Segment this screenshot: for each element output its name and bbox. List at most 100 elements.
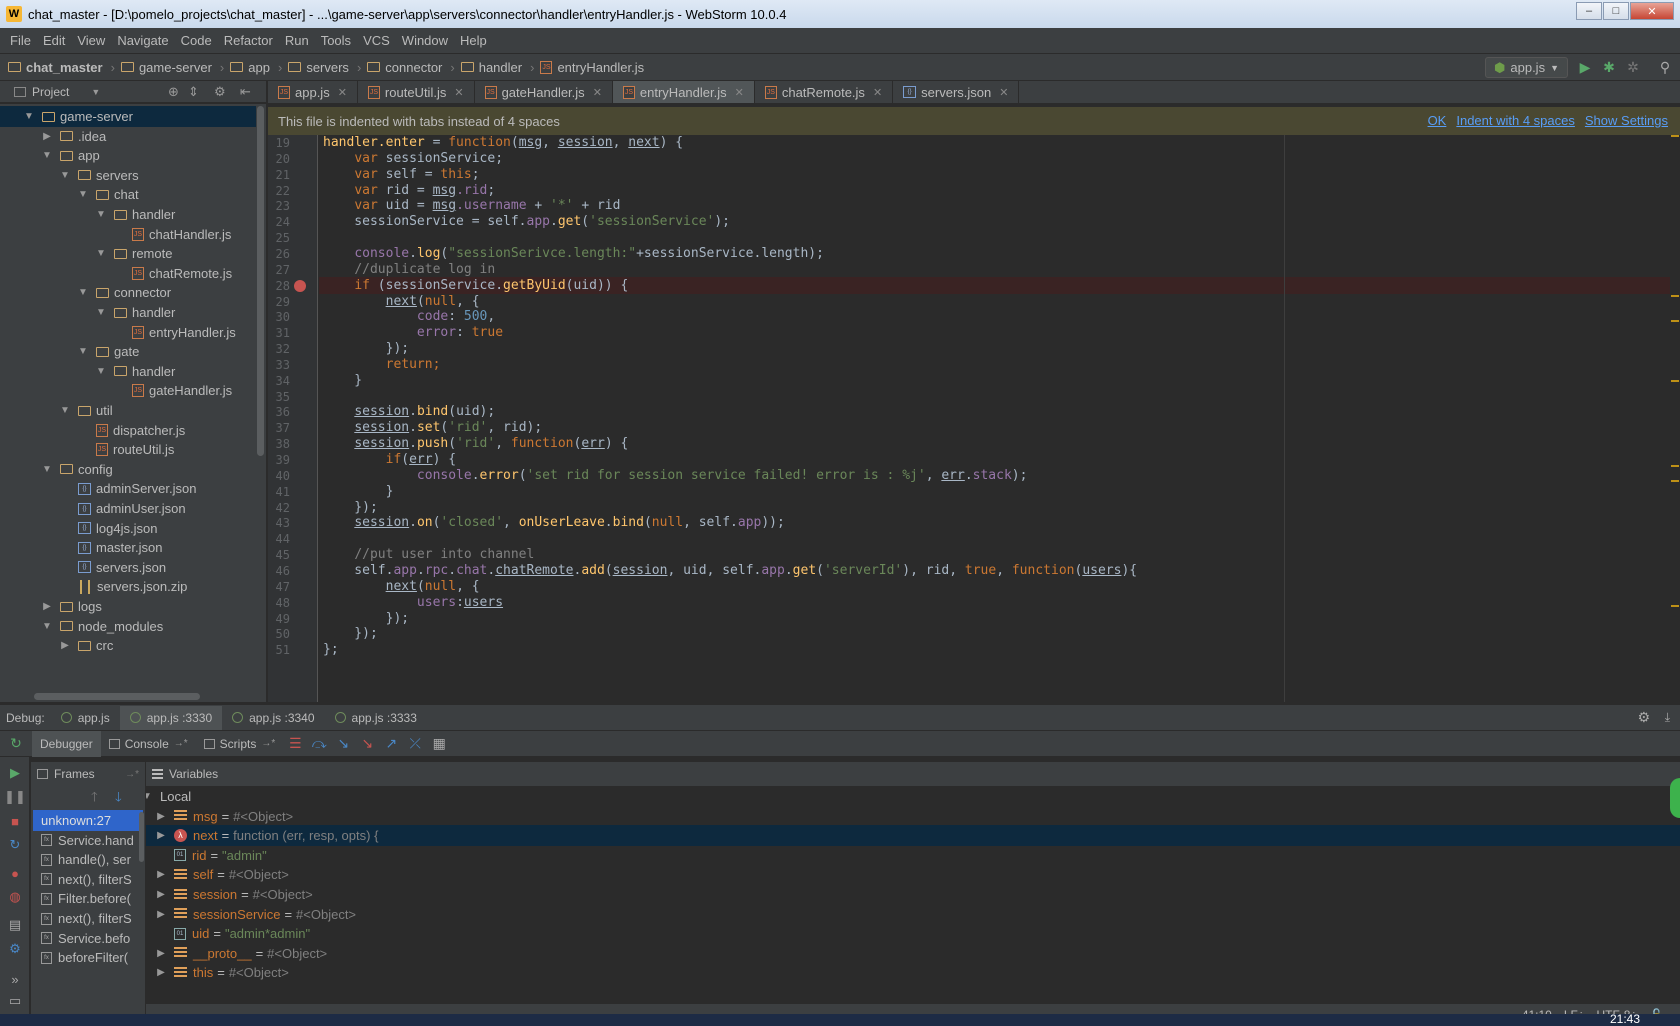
expanded-arrow-icon[interactable]: ▼ xyxy=(40,464,54,475)
menu-tools[interactable]: Tools xyxy=(315,33,357,48)
run-config-select[interactable]: ⬢ app.js ▼ xyxy=(1485,57,1568,78)
tree-item-connector[interactable]: ▼ connector xyxy=(0,282,256,303)
tree-item-idea[interactable]: ▶ .idea xyxy=(0,126,256,147)
warning-marker[interactable] xyxy=(1671,480,1679,482)
close-icon[interactable]: ✕ xyxy=(593,86,602,99)
tree-item-handler[interactable]: ▼ handler xyxy=(0,302,256,323)
evaluate-expression-icon[interactable]: ▦ xyxy=(428,734,450,754)
maximize-button[interactable]: □ xyxy=(1603,2,1629,20)
indent-with-spaces-link[interactable]: Indent with 4 spaces xyxy=(1456,113,1575,128)
variable-row[interactable]: ▶ session = #<Object> xyxy=(146,884,1680,905)
expanded-arrow-icon[interactable]: ▼ xyxy=(94,248,108,259)
pin-icon[interactable]: →* xyxy=(125,769,139,780)
variable-row[interactable]: ▶ __proto__ = #<Object> xyxy=(146,943,1680,964)
menu-run[interactable]: Run xyxy=(279,33,315,48)
hide-panel-icon[interactable]: ⤓ xyxy=(1665,710,1670,725)
warning-marker[interactable] xyxy=(1671,465,1679,467)
tree-item-logs[interactable]: ▶ logs xyxy=(0,596,256,617)
tree-item-routeutil-js[interactable]: JS routeUtil.js xyxy=(0,439,256,460)
ok-link[interactable]: OK xyxy=(1428,113,1447,128)
project-view-label[interactable]: Project xyxy=(32,85,69,99)
tree-item-gatehandler-js[interactable]: JS gateHandler.js xyxy=(0,380,256,401)
expanded-arrow-icon[interactable]: ▼ xyxy=(94,366,108,377)
tree-item-remote[interactable]: ▼ remote xyxy=(0,243,256,264)
tree-item-adminserver-json[interactable]: {} adminServer.json xyxy=(0,478,256,499)
collapsed-arrow-icon[interactable]: ▶ xyxy=(154,830,168,841)
frame-item[interactable]: unknown:27 xyxy=(33,810,143,831)
pause-icon[interactable]: ❚❚ xyxy=(4,789,26,805)
step-over-icon[interactable]: ⤼ xyxy=(308,734,330,754)
tree-item-chathandler-js[interactable]: JS chatHandler.js xyxy=(0,224,256,245)
tab-gatehandler-js[interactable]: JS gateHandler.js ✕ xyxy=(475,81,613,103)
close-icon[interactable]: ✕ xyxy=(735,86,744,99)
code-editor[interactable]: handler.enter = function(msg, session, n… xyxy=(319,135,1670,702)
menu-vcs[interactable]: VCS xyxy=(357,33,396,48)
frame-item[interactable]: fx Service.hand xyxy=(33,830,143,851)
expanded-arrow-icon[interactable]: ▼ xyxy=(94,307,108,318)
breadcrumb-connector[interactable]: connector xyxy=(367,60,442,75)
collapsed-arrow-icon[interactable]: ▶ xyxy=(154,811,168,822)
rerun-icon[interactable]: ↻ xyxy=(1,734,31,754)
step-out-icon[interactable]: ↗ xyxy=(380,734,402,754)
frames-scrollbar[interactable] xyxy=(139,812,144,862)
step-into-icon[interactable]: ↘ xyxy=(332,734,354,754)
expanded-arrow-icon[interactable]: ▼ xyxy=(146,791,154,802)
layout-icon[interactable]: ▤ xyxy=(7,917,23,933)
menu-refactor[interactable]: Refactor xyxy=(218,33,279,48)
tab-chatremote-js[interactable]: JS chatRemote.js ✕ xyxy=(755,81,894,103)
tree-item-gate[interactable]: ▼ gate xyxy=(0,341,256,362)
tree-item-game-server[interactable]: ▼ game-server xyxy=(0,106,256,127)
warning-marker[interactable] xyxy=(1671,380,1679,382)
tree-item-util[interactable]: ▼ util xyxy=(0,400,256,421)
breadcrumb-handler[interactable]: handler xyxy=(460,60,522,75)
debug-session-tab[interactable]: app.js xyxy=(51,706,120,730)
close-button[interactable]: ✕ xyxy=(1630,2,1674,20)
tab-scripts[interactable]: Scripts →* xyxy=(196,731,284,757)
warning-marker[interactable] xyxy=(1671,605,1679,607)
variables-group[interactable]: ▼ Local xyxy=(146,786,1680,807)
tab-debugger[interactable]: Debugger xyxy=(32,730,101,757)
collapsed-arrow-icon[interactable]: ▶ xyxy=(154,967,168,978)
editor-gutter[interactable]: 19 20 21 22 23 24 25 26 27 28 29 30 31 32 33 34 35 36 37 38… xyxy=(268,135,318,702)
gear-icon[interactable]: ⚙ xyxy=(1637,709,1650,726)
menu-code[interactable]: Code xyxy=(175,33,218,48)
tree-item-chat[interactable]: ▼ chat xyxy=(0,184,256,205)
tree-item-app[interactable]: ▼ app xyxy=(0,145,256,166)
scroll-from-source-icon[interactable]: ⊕ xyxy=(168,84,179,100)
breadcrumb-game-server[interactable]: game-server xyxy=(120,60,212,75)
chevron-down-icon[interactable]: ▼ xyxy=(91,87,100,97)
collapsed-arrow-icon[interactable]: ▶ xyxy=(40,601,54,612)
resume-icon[interactable]: ▶ xyxy=(7,765,23,781)
frame-item[interactable]: fx beforeFilter( xyxy=(33,947,143,968)
collapsed-arrow-icon[interactable]: ▶ xyxy=(154,869,168,880)
breakpoint-icon[interactable] xyxy=(294,279,306,292)
collapsed-arrow-icon[interactable]: ▶ xyxy=(154,909,168,920)
tree-item-servers-json[interactable]: {} servers.json xyxy=(0,557,256,578)
breadcrumb-app[interactable]: app xyxy=(230,60,270,75)
settings-icon[interactable]: ⚙ xyxy=(7,941,23,957)
show-execution-point-icon[interactable]: ☰ xyxy=(284,734,306,754)
expanded-arrow-icon[interactable]: ▼ xyxy=(40,621,54,632)
tree-item-dispatcher-js[interactable]: JS dispatcher.js xyxy=(0,420,256,441)
collapsed-arrow-icon[interactable]: ▶ xyxy=(154,948,168,959)
project-tree-hscrollbar[interactable] xyxy=(34,693,200,700)
variable-row[interactable]: ▶ msg = #<Object> xyxy=(146,806,1680,827)
run-to-cursor-icon[interactable]: ⤫ xyxy=(404,734,426,754)
notification-bubble[interactable] xyxy=(1670,778,1680,818)
tab-app-js[interactable]: JS app.js ✕ xyxy=(268,81,358,103)
variable-row[interactable]: ▶ sessionService = #<Object> xyxy=(146,904,1680,925)
expanded-arrow-icon[interactable]: ▼ xyxy=(58,405,72,416)
tree-item-log4js-json[interactable]: {} log4js.json xyxy=(0,518,256,539)
hide-panel-icon[interactable]: ⇤ xyxy=(240,84,251,100)
debug-session-tab[interactable]: app.js :3330 xyxy=(119,705,223,730)
variable-row[interactable]: ▶ this = #<Object> xyxy=(146,962,1680,983)
restart-icon[interactable]: ↻ xyxy=(7,837,23,853)
stop-icon[interactable]: ■ xyxy=(7,813,23,829)
force-step-into-icon[interactable]: ↘ xyxy=(356,734,378,754)
tree-item-handler[interactable]: ▼ handler xyxy=(0,204,256,225)
view-breakpoints-icon[interactable]: ● xyxy=(7,865,23,881)
expanded-arrow-icon[interactable]: ▼ xyxy=(76,346,90,357)
collapsed-arrow-icon[interactable]: ▶ xyxy=(58,640,72,651)
menu-window[interactable]: Window xyxy=(396,33,454,48)
warning-marker[interactable] xyxy=(1671,135,1679,137)
